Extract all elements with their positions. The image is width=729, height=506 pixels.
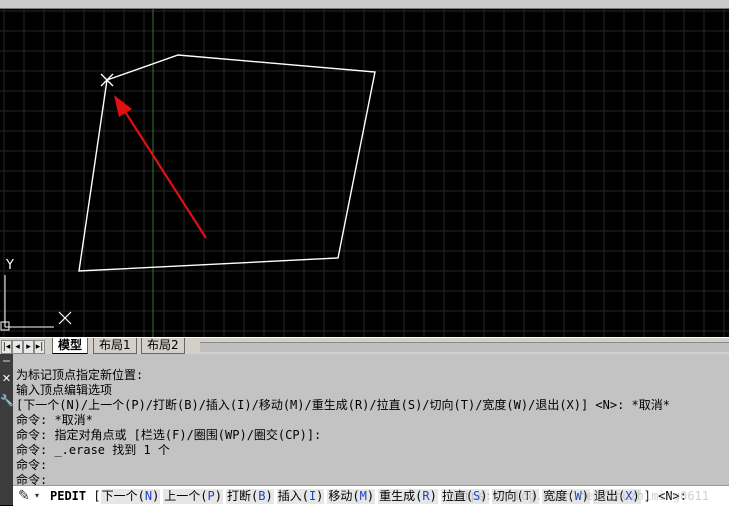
option-label: 打断( bbox=[227, 489, 259, 503]
option-paren: ) bbox=[152, 489, 160, 503]
option-m[interactable]: 移动(M) bbox=[327, 489, 376, 504]
option-paren: ) bbox=[366, 489, 375, 503]
ucs-y-label: Y bbox=[6, 258, 14, 273]
option-key: M bbox=[359, 489, 367, 503]
option-n[interactable]: 下一个(N) bbox=[100, 489, 161, 504]
option-label: 移动( bbox=[328, 489, 360, 503]
red-arrow-line bbox=[123, 109, 207, 239]
history-line: 命令: _.erase 找到 1 个 bbox=[16, 443, 170, 457]
option-label: 上一个( bbox=[164, 489, 208, 503]
polyline-shape bbox=[78, 54, 376, 272]
red-arrow-head bbox=[114, 95, 132, 117]
option-b[interactable]: 打断(B) bbox=[226, 489, 274, 504]
history-line: 命令: bbox=[16, 458, 48, 472]
pencil-icon: ✎ bbox=[18, 488, 30, 504]
prev-tab-button[interactable]: ◂ bbox=[12, 340, 23, 354]
open-bracket: [ bbox=[93, 489, 101, 503]
horizontal-scrollbar[interactable] bbox=[200, 342, 729, 352]
option-r[interactable]: 重生成(R) bbox=[378, 489, 438, 504]
watermark: https://blog.csdn.net/zhuzhiming0611 bbox=[448, 489, 709, 503]
close-icon[interactable]: ✕ bbox=[0, 372, 13, 385]
drawing-canvas[interactable]: Y bbox=[0, 9, 729, 337]
tab-layout2[interactable]: 布局2 bbox=[141, 338, 185, 354]
option-paren: ) bbox=[429, 489, 437, 503]
option-key: P bbox=[207, 489, 215, 503]
option-p[interactable]: 上一个(P) bbox=[163, 489, 223, 504]
history-line: 命令: 指定对角点或 [栏选(F)/圈围(WP)/圈交(CP)]: bbox=[16, 428, 322, 442]
option-key: N bbox=[144, 489, 153, 503]
history-line: 命令: *取消* bbox=[16, 413, 93, 427]
next-tab-button[interactable]: ▸ bbox=[23, 340, 34, 354]
layout-tab-bar: |◂ ◂ ▸ ▸| 模型 布局1 布局2 bbox=[0, 337, 729, 355]
option-paren: ) bbox=[265, 489, 273, 503]
option-paren: ) bbox=[214, 489, 222, 503]
option-paren: ) bbox=[316, 489, 324, 503]
command-input[interactable]: ✎ ▾ PEDIT [下一个(N) 上一个(P) 打断(B) 插入(I) 移动(M) 重生… bbox=[13, 485, 729, 506]
option-key: R bbox=[422, 489, 430, 503]
command-name: PEDIT bbox=[50, 489, 87, 503]
history-line: 为标记顶点指定新位置: bbox=[16, 368, 144, 382]
history-line: 输入顶点编辑选项 bbox=[16, 383, 113, 397]
option-label: 重生成( bbox=[379, 489, 423, 503]
wrench-icon[interactable]: 🔧 bbox=[0, 394, 14, 407]
model-space-svg bbox=[0, 9, 729, 337]
grip-icon bbox=[3, 360, 10, 362]
tab-model[interactable]: 模型 bbox=[52, 338, 89, 355]
option-label: 插入( bbox=[277, 489, 309, 503]
last-tab-button[interactable]: ▸| bbox=[34, 340, 45, 354]
option-label: 下一个( bbox=[101, 489, 145, 503]
command-history: 为标记顶点指定新位置: 输入顶点编辑选项 [下一个(N)/上一个(P)/打断(B… bbox=[16, 368, 716, 488]
first-tab-button[interactable]: |◂ bbox=[1, 340, 12, 354]
history-line: [下一个(N)/上一个(P)/打断(B)/插入(I)/移动(M)/重生成(R)/… bbox=[16, 398, 671, 412]
command-panel-handle[interactable]: ✕ 🔧 bbox=[0, 354, 14, 505]
chevron-down-icon[interactable]: ▾ bbox=[35, 491, 39, 500]
tab-layout1[interactable]: 布局1 bbox=[93, 338, 137, 354]
command-line-panel: ✕ 🔧 为标记顶点指定新位置: 输入顶点编辑选项 [下一个(N)/上一个(P)/… bbox=[0, 354, 729, 506]
option-i[interactable]: 插入(I) bbox=[276, 489, 325, 504]
top-strip bbox=[0, 0, 729, 9]
